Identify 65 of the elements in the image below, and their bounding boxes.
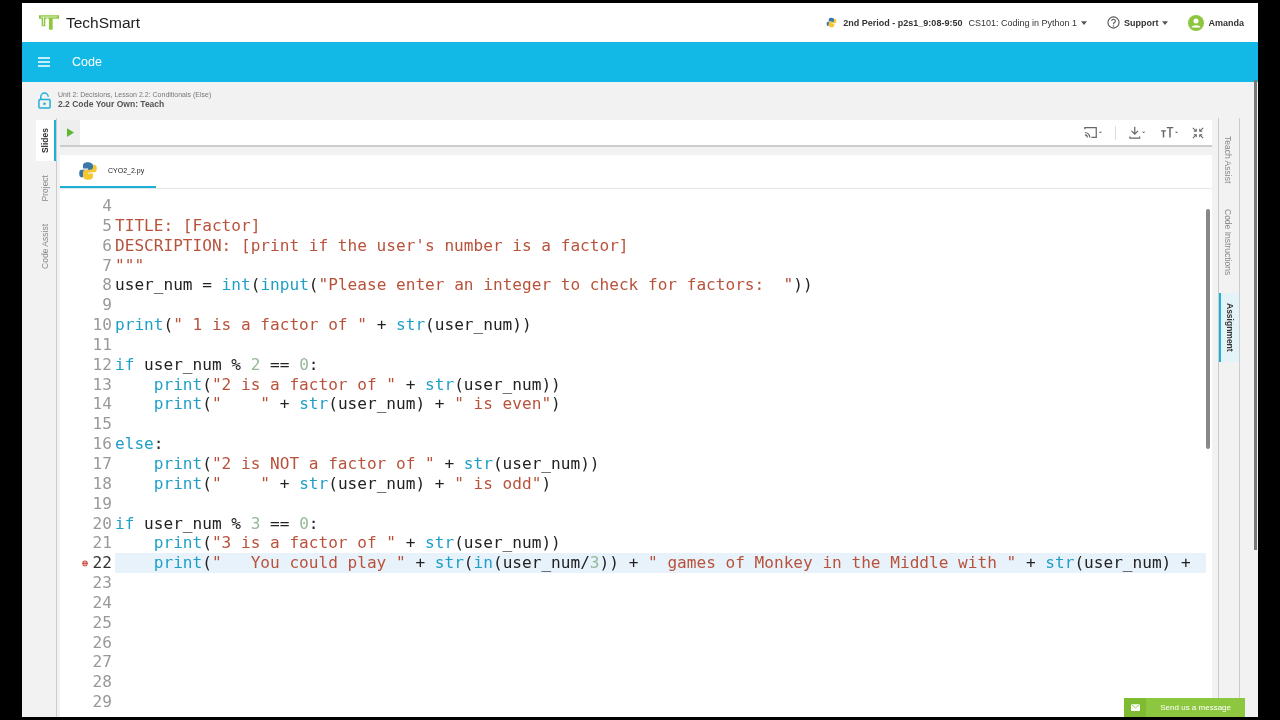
caret-icon xyxy=(1162,20,1169,25)
avatar-icon xyxy=(1188,14,1205,31)
code-line: print(" 1 is a factor of " + str(user_num)) xyxy=(115,315,532,335)
error-icon[interactable] xyxy=(80,559,89,568)
line-number: 27 xyxy=(92,652,112,673)
line-number: 12 xyxy=(92,354,112,375)
code-line: """ xyxy=(115,255,145,275)
python-icon xyxy=(78,160,98,181)
line-number: 17 xyxy=(92,453,112,474)
python-icon xyxy=(826,17,838,28)
page-scrollbar[interactable] xyxy=(1254,80,1257,550)
download-icon[interactable] xyxy=(1128,126,1148,139)
line-number: 6 xyxy=(102,235,112,256)
code-line: print("2 is a factor of " + str(user_num)) xyxy=(152,374,561,394)
line-number: 15 xyxy=(92,414,112,435)
logo-text[interactable]: TechSmart xyxy=(66,13,141,32)
line-number: 22 xyxy=(92,553,112,574)
code-line: else: xyxy=(115,434,164,454)
line-number: 4 xyxy=(102,196,112,216)
code-line: DESCRIPTION: [print if the user's number is a factor] xyxy=(115,235,629,255)
help-icon xyxy=(1107,16,1120,29)
line-number: 13 xyxy=(92,374,112,395)
page-title: Code xyxy=(72,55,102,69)
mail-icon xyxy=(1130,704,1140,711)
code-line: print("2 is NOT a factor of " + str(user_num)) xyxy=(152,453,600,473)
line-number: 14 xyxy=(92,394,112,415)
text-size-icon[interactable] xyxy=(1160,126,1180,139)
line-number: 20 xyxy=(92,513,112,534)
line-number: 9 xyxy=(102,295,112,316)
logo-icon xyxy=(38,14,60,31)
line-number: 5 xyxy=(102,215,112,236)
line-number: 25 xyxy=(92,612,112,633)
code-line: print(" " + str(user_num) + " is even") xyxy=(152,394,561,414)
scrollbar[interactable] xyxy=(1206,209,1210,449)
line-number: 18 xyxy=(92,473,112,494)
line-number: 19 xyxy=(92,493,112,514)
class-period: 2nd Period - p2s1_9:08-9:50 xyxy=(843,17,963,28)
user-menu[interactable]: Amanda xyxy=(1188,14,1244,31)
line-number: 28 xyxy=(92,672,112,693)
line-number: 7 xyxy=(102,255,112,276)
line-number: 23 xyxy=(92,573,112,593)
caret-icon xyxy=(1081,20,1087,25)
code-line: print(" You could play " + str(in(user_num/3)) + " games of Monkey in the Middle with " + str(user_num) + xyxy=(152,553,1191,573)
line-number: 26 xyxy=(92,632,112,653)
side-tab[interactable]: Assignment xyxy=(1219,293,1239,363)
cast-icon[interactable] xyxy=(1083,126,1103,139)
code-line: print("3 is a factor of " + str(user_num)) xyxy=(152,533,561,553)
collapse-icon[interactable] xyxy=(1192,126,1204,139)
play-icon xyxy=(66,128,74,137)
code-line: if user_num % 2 == 0: xyxy=(115,354,319,374)
support-menu[interactable]: Support xyxy=(1107,16,1169,29)
code-line: print(" " + str(user_num) + " is odd") xyxy=(152,473,552,493)
lesson-title: 2.2 Code Your Own: Teach xyxy=(58,99,166,109)
line-number: 11 xyxy=(92,334,112,355)
code-line: user_num = int(input("Please enter an integer to check for factors: ")) xyxy=(115,275,813,295)
line-number: 21 xyxy=(92,533,112,554)
code-line: if user_num % 3 == 0: xyxy=(115,513,319,533)
line-number: 24 xyxy=(92,592,112,613)
line-number: 8 xyxy=(102,275,112,296)
side-tab[interactable]: Slides xyxy=(36,120,56,162)
line-number: 29 xyxy=(92,692,112,712)
line-number: 10 xyxy=(92,315,112,335)
course-dropdown[interactable]: CS101: Coding in Python 1 xyxy=(968,17,1087,28)
code-line: TITLE: [Factor] xyxy=(115,215,261,235)
line-number: 16 xyxy=(92,434,112,454)
